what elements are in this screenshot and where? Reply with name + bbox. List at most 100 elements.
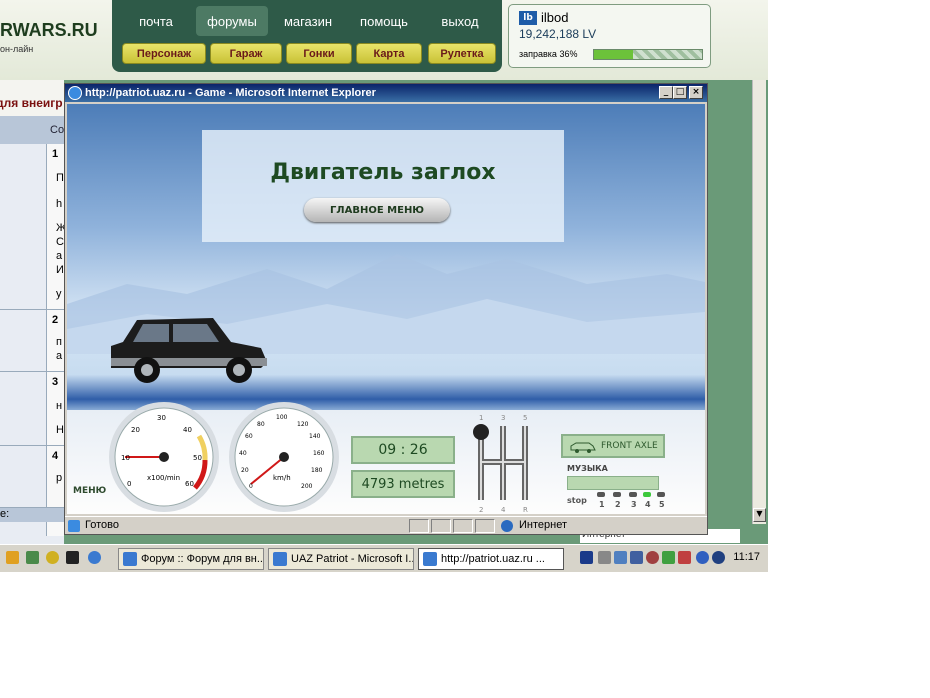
scroll-down-arrow-icon[interactable]: ▼ [753, 508, 766, 522]
taskbar-clock[interactable]: 11:17 [733, 551, 760, 563]
tray-icon[interactable] [696, 551, 709, 564]
taskbar-item-label: http://patriot.uaz.ru ... [441, 553, 545, 565]
music-level-label: 3 [631, 500, 637, 509]
forum-footer-text: е: [0, 508, 10, 520]
nav-mail[interactable]: почта [120, 6, 192, 36]
speedo-tick: 0 [249, 483, 253, 490]
taskbar-item-uaz[interactable]: UAZ Patriot - Microsoft I... [268, 548, 414, 570]
page-scrollbar[interactable]: ▼ [752, 80, 766, 524]
username[interactable]: ilbod [541, 10, 568, 25]
nav-help[interactable]: помощь [348, 6, 420, 36]
music-stop-button[interactable]: stop [567, 496, 587, 505]
speedo-tick: 60 [245, 433, 253, 440]
tachometer-gauge: 0 10 20 30 40 50 60 x100/min [109, 402, 219, 512]
taskbar-item-game[interactable]: http://patriot.uaz.ru ... [418, 548, 564, 570]
gear-shifter[interactable]: 1 3 5 2 4 R [467, 410, 547, 514]
speedo-tick: 80 [257, 421, 265, 428]
speedo-tick: 140 [309, 433, 321, 440]
tray-icon[interactable] [646, 551, 659, 564]
speedo-tick: 20 [241, 467, 249, 474]
status-panel [409, 519, 429, 533]
tray-icon[interactable] [678, 551, 691, 564]
post-letter: р [56, 472, 63, 484]
nav-races-button[interactable]: Гонки [286, 43, 352, 64]
nav-roulette-button[interactable]: Рулетка [428, 43, 496, 64]
post-letter: И [56, 264, 64, 276]
tray-icon[interactable] [614, 551, 627, 564]
tray-icon[interactable] [598, 551, 611, 564]
desktop-screen: RWARS.RU он-лайн почта форумы магазин по… [0, 0, 768, 572]
row-number: 1 [52, 148, 59, 160]
music-level-dot-active[interactable] [643, 492, 651, 497]
gear-label: 1 [479, 414, 483, 422]
status-panel [453, 519, 473, 533]
user-badge-icon: lb [519, 11, 537, 25]
ie-quicklaunch-icon[interactable] [88, 551, 101, 564]
nav-map-button[interactable]: Карта [356, 43, 422, 64]
ie-icon [273, 552, 287, 566]
music-label: МУЗЫКА [567, 464, 608, 473]
nav-garage-button[interactable]: Гараж [210, 43, 282, 64]
forum-footer: е: [0, 508, 64, 522]
quicklaunch-icon[interactable] [66, 551, 79, 564]
taskbar-item-forum[interactable]: Форум :: Форум для вн... [118, 548, 264, 570]
nav-character-button[interactable]: Персонаж [122, 43, 206, 64]
car-icon [570, 442, 596, 453]
fuel-label: заправка 36% [519, 49, 578, 59]
music-level-label: 1 [599, 500, 605, 509]
tray-icon[interactable] [662, 551, 675, 564]
globe-icon [501, 520, 513, 532]
user-panel: lb ilbod 19,242,188 LV заправка 36% [508, 4, 711, 68]
forum-table: Co 1 2 3 4 П h Ж С а И у п а н Н р е: [0, 116, 66, 556]
tacho-tick: 10 [121, 454, 130, 462]
speedo-tick: 180 [311, 467, 323, 474]
tacho-tick: 40 [183, 426, 192, 434]
gear-label: 4 [501, 506, 506, 514]
main-menu-button[interactable]: ГЛАВНОЕ МЕНЮ [304, 198, 450, 222]
quicklaunch-icon[interactable] [46, 551, 59, 564]
gear-label: 3 [501, 414, 505, 422]
game-menu-button[interactable]: МЕНЮ [73, 486, 106, 496]
tray-icon[interactable] [712, 551, 725, 564]
gear-label: 2 [479, 506, 483, 514]
nav-shop[interactable]: магазин [272, 6, 344, 36]
music-level-dot[interactable] [629, 492, 637, 497]
site-navigation: почта форумы магазин помощь выход Персон… [112, 0, 502, 72]
music-level-label: 2 [615, 500, 621, 509]
music-level-dot[interactable] [597, 492, 605, 497]
distance-display: 4793 metres [351, 470, 455, 498]
front-axle-label: FRONT AXLE [601, 441, 658, 451]
gear-label: R [523, 506, 528, 514]
quicklaunch-icon[interactable] [6, 551, 19, 564]
quicklaunch-icon[interactable] [26, 551, 39, 564]
music-level-dot[interactable] [613, 492, 621, 497]
music-equalizer [567, 476, 659, 490]
suv-car-icon [111, 318, 267, 383]
site-header: RWARS.RU он-лайн почта форумы магазин по… [0, 0, 768, 80]
ie-titlebar[interactable]: http://patriot.uaz.ru - Game - Microsoft… [65, 84, 707, 102]
game-viewport[interactable]: Двигатель заглох ГЛАВНОЕ МЕНЮ 0 10 20 30… [67, 104, 705, 514]
status-panel [431, 519, 451, 533]
site-logo[interactable]: RWARS.RU он-лайн [0, 10, 110, 70]
post-letter: h [56, 198, 63, 210]
tacho-unit-label: x100/min [147, 474, 180, 482]
close-icon[interactable]: × [689, 86, 703, 99]
music-level-dot[interactable] [657, 492, 665, 497]
tray-icon[interactable] [630, 551, 643, 564]
time-display: 09 : 26 [351, 436, 455, 464]
logo-subtitle: он-лайн [0, 44, 34, 54]
nav-exit[interactable]: выход [424, 6, 496, 36]
maximize-icon[interactable]: □ [673, 86, 687, 99]
tacho-tick: 50 [193, 454, 202, 462]
page-icon [68, 520, 80, 532]
tray-icon[interactable] [580, 551, 593, 564]
minimize-icon[interactable]: _ [659, 86, 673, 99]
post-letter: а [56, 350, 63, 362]
nav-forums[interactable]: форумы [196, 6, 268, 36]
front-axle-toggle[interactable]: FRONT AXLE [561, 434, 665, 458]
speedo-tick: 160 [313, 450, 325, 457]
engine-stalled-message: Двигатель заглох [270, 160, 496, 185]
speedometer-gauge: 0 20 40 60 80 100 120 140 160 180 200 km… [229, 402, 339, 512]
forum-table-header: Co [0, 116, 64, 144]
post-letter: П [56, 172, 64, 184]
